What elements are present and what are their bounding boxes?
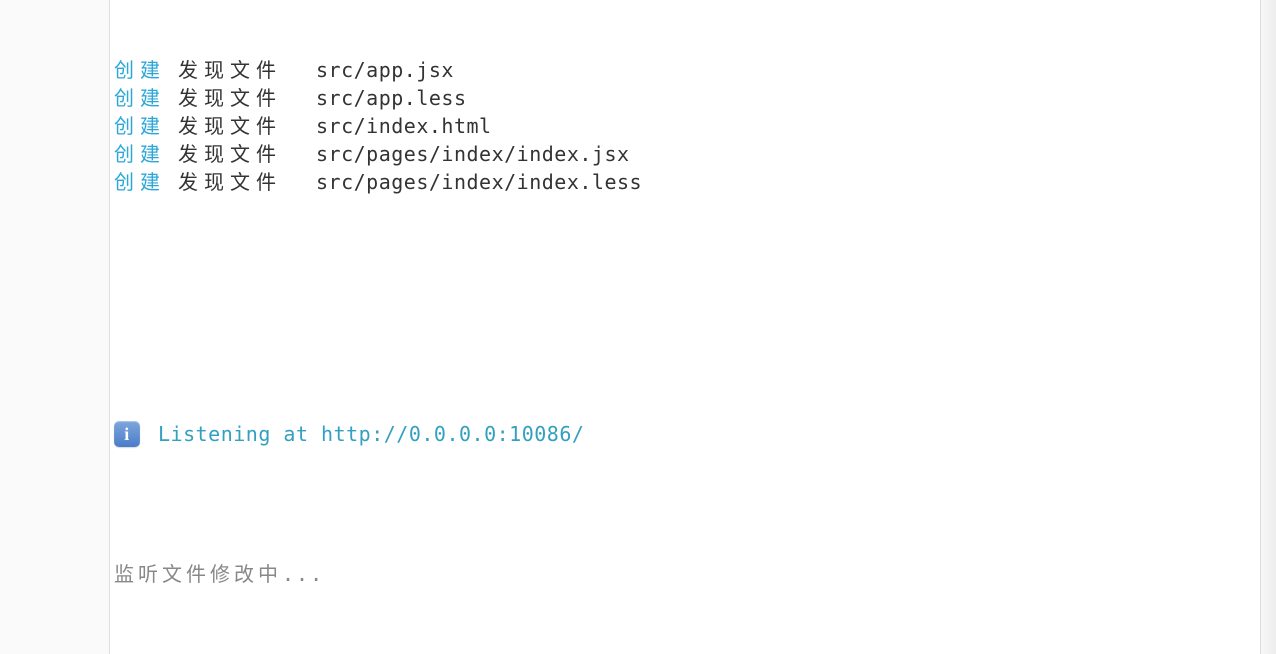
- file-path: src/app.less: [316, 84, 467, 112]
- create-file-line: 创建发现文件 src/app.jsx: [114, 56, 1272, 84]
- terminal-output[interactable]: 创建发现文件src/app.jsx创建发现文件src/app.less创建发现文…: [110, 0, 1276, 654]
- create-tag: 创建: [114, 112, 166, 140]
- file-path: src/app.jsx: [316, 56, 454, 84]
- create-file-line: 创建发现文件 src/pages/index/index.jsx: [114, 140, 1272, 168]
- file-path: src/index.html: [316, 112, 492, 140]
- create-file-line: 创建发现文件 src/index.html: [114, 112, 1272, 140]
- discover-label: 发现文件: [178, 56, 282, 84]
- watching-text: 监听文件修改中...: [114, 560, 1272, 588]
- listening-url: Listening at http://0.0.0.0:10086/: [158, 420, 584, 448]
- create-tag: 创建: [114, 168, 166, 196]
- scrollbar[interactable]: [1260, 0, 1276, 654]
- create-file-line: 创建发现文件 src/pages/index/index.less: [114, 168, 1272, 196]
- discover-label: 发现文件: [178, 140, 282, 168]
- discover-label: 发现文件: [178, 168, 282, 196]
- file-path: src/pages/index/index.jsx: [316, 140, 630, 168]
- discover-label: 发现文件: [178, 112, 282, 140]
- discover-label: 发现文件: [178, 84, 282, 112]
- create-file-line: 创建发现文件 src/app.less: [114, 84, 1272, 112]
- create-tag: 创建: [114, 56, 166, 84]
- file-path: src/pages/index/index.less: [316, 168, 642, 196]
- info-line: i Listening at http://0.0.0.0:10086/: [114, 420, 1272, 448]
- create-tag: 创建: [114, 140, 166, 168]
- create-tag: 创建: [114, 84, 166, 112]
- info-icon: i: [114, 421, 140, 447]
- sidebar: [0, 0, 110, 654]
